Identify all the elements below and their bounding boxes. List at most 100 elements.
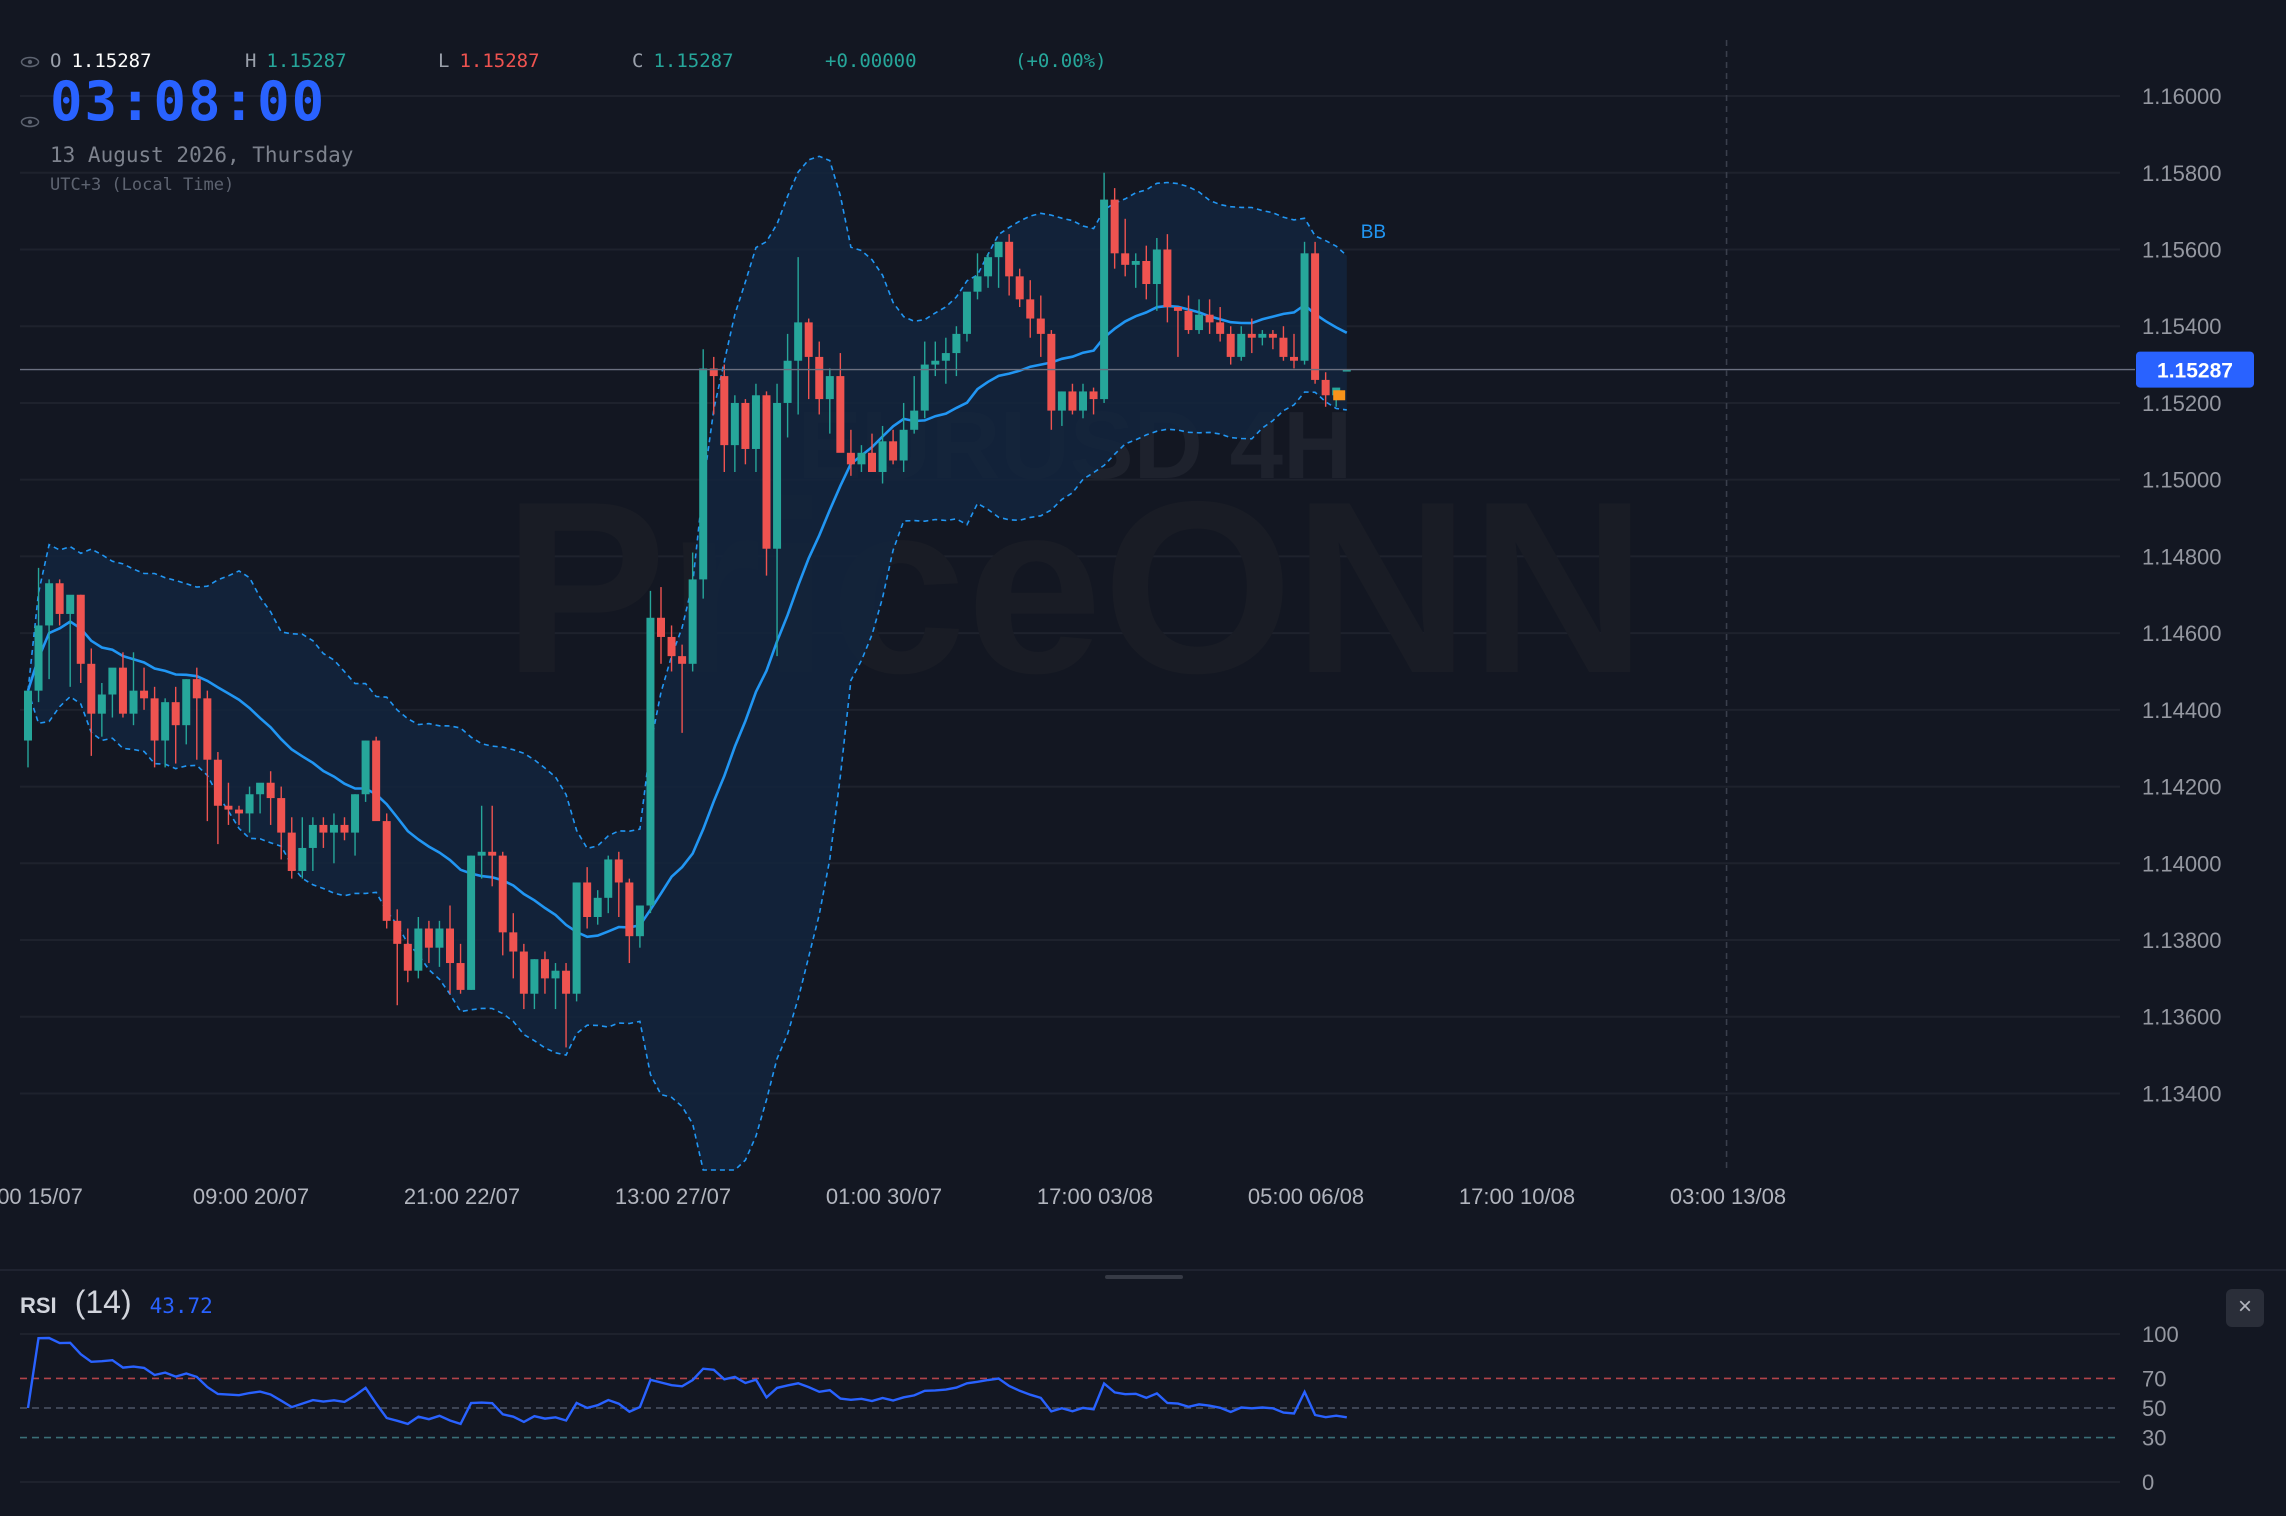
candle-body — [857, 452, 866, 465]
ohlc-open: O 1.15287 — [50, 50, 152, 72]
y-tick-label: 1.15200 — [2142, 391, 2222, 416]
rsi-line — [26, 1336, 1347, 1426]
candle-body — [1173, 307, 1182, 311]
x-tick-label: 17:00 10/08 — [1459, 1184, 1575, 1209]
y-tick-label: 1.13600 — [2142, 1005, 2222, 1030]
candle-body — [889, 441, 898, 461]
candle-body — [287, 832, 296, 871]
y-tick-label: 1.15800 — [2142, 161, 2222, 186]
ohlc-low: L 1.15287 — [438, 50, 540, 72]
candle-body — [1195, 314, 1204, 331]
candle-body — [235, 809, 243, 814]
candle-body — [678, 656, 687, 664]
candle-body — [540, 959, 549, 979]
candle-body — [76, 594, 85, 664]
candle-body — [562, 970, 571, 994]
date-display: 13 August 2026, Thursday — [50, 143, 354, 167]
y-tick-label: 1.14600 — [2142, 621, 2222, 646]
candle-body — [488, 851, 497, 856]
rsi-tick-label: 100 — [2142, 1322, 2179, 1347]
candle-body — [1015, 276, 1024, 300]
y-tick-label: 1.14800 — [2142, 544, 2222, 569]
candle-body — [973, 276, 982, 292]
candle-body — [1279, 337, 1288, 357]
candle-body — [1268, 333, 1277, 338]
candle-body — [519, 951, 528, 994]
eye-icon[interactable] — [20, 116, 42, 130]
candle-body — [403, 943, 412, 971]
candle-body — [910, 410, 919, 430]
chart-canvas[interactable]: 1.16000 1.15800 1.15600 1.15400 1.15200 1.150… — [0, 0, 2286, 1516]
y-tick-label: 1.13800 — [2142, 928, 2222, 953]
candle-body — [308, 824, 317, 848]
candle-body — [688, 579, 697, 664]
candle-body — [1163, 249, 1172, 308]
candle-body — [435, 928, 444, 948]
candle-body — [1026, 299, 1035, 319]
candle-body — [583, 882, 592, 918]
x-tick-label: 09:00 20/07 — [193, 1184, 309, 1209]
x-tick-label: 01:00 30/07 — [826, 1184, 942, 1209]
rsi-tick-label: 0 — [2142, 1470, 2154, 1495]
candle-body — [1258, 333, 1267, 338]
candle-body — [1121, 253, 1130, 265]
candle-body — [593, 897, 602, 918]
pane-resize-handle[interactable] — [1105, 1275, 1183, 1279]
candle-body — [667, 636, 676, 657]
candle-body — [920, 364, 929, 411]
candle-body — [1110, 199, 1119, 254]
low-label: L — [438, 50, 450, 72]
candle-body — [1005, 241, 1014, 277]
candle-body — [846, 452, 855, 465]
candle-body — [498, 855, 507, 933]
candle-body — [794, 322, 803, 361]
candle-body — [55, 583, 64, 614]
indicator-label: BB — [1361, 222, 1386, 243]
candle-body — [572, 882, 581, 994]
candle-body — [1300, 253, 1309, 361]
candle-body — [868, 452, 876, 472]
price-tag-label: 1.15287 — [2157, 360, 2233, 383]
candle-body — [604, 859, 613, 898]
candle-body — [931, 360, 940, 365]
candle-body — [118, 667, 127, 714]
candle-body — [467, 855, 476, 990]
candle-body — [140, 690, 149, 699]
y-tick-label: 1.15000 — [2142, 468, 2222, 493]
low-value: 1.15287 — [459, 50, 540, 72]
open-value: 1.15287 — [71, 50, 152, 72]
candle-body — [277, 798, 286, 833]
high-value: 1.15287 — [266, 50, 347, 72]
candle-body — [45, 583, 54, 626]
y-tick-label: 1.15600 — [2142, 237, 2222, 262]
close-pane-button[interactable]: × — [2226, 1289, 2264, 1327]
candle-body — [1068, 391, 1077, 411]
candle-body — [329, 824, 338, 833]
high-label: H — [245, 50, 257, 72]
y-tick-label: 1.16000 — [2142, 84, 2222, 109]
candle-body — [129, 690, 138, 714]
eye-icon[interactable] — [20, 56, 42, 70]
candle-body — [783, 360, 792, 403]
candle-body — [825, 376, 834, 400]
candle-body — [1321, 379, 1330, 396]
candle-body — [1089, 391, 1098, 400]
x-tick-label: 21:00 22/07 — [404, 1184, 520, 1209]
candle-body — [372, 740, 381, 822]
candle-body — [815, 356, 824, 400]
candle-body — [1226, 333, 1235, 357]
y-tick-label: 1.14400 — [2142, 698, 2222, 723]
candle-body — [1142, 260, 1151, 285]
candle-body — [108, 667, 117, 695]
rsi-period: (14) — [74, 1284, 132, 1320]
candle-body — [899, 429, 908, 461]
candle-body — [530, 959, 539, 994]
candle-body — [414, 928, 423, 971]
candle-body — [1290, 356, 1298, 361]
candle-body — [245, 794, 254, 814]
candle-body — [161, 702, 170, 741]
candle-body — [298, 847, 307, 871]
candle-body — [24, 690, 32, 741]
ohlc-close: C 1.15287 — [632, 50, 734, 72]
candle-body — [340, 824, 349, 833]
